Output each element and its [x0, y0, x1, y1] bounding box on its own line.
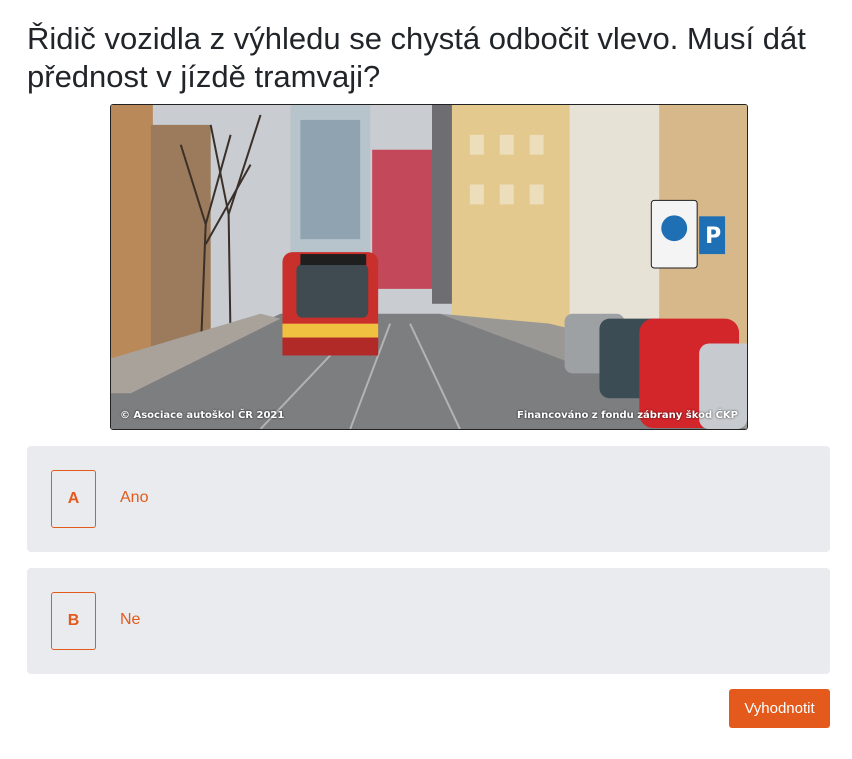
photo-copyright: © Asociace autoškol ČR 2021 — [120, 410, 285, 421]
tram-shape — [282, 252, 379, 356]
answer-letter-a: A — [51, 470, 96, 528]
answer-letter-b: B — [51, 592, 96, 650]
answer-option-b[interactable]: B Ne — [27, 568, 830, 674]
photo-funding-note: Financováno z fondu zábrany škod ČKP — [517, 410, 738, 421]
answer-option-a[interactable]: A Ano — [27, 446, 830, 552]
svg-text:P: P — [705, 224, 721, 249]
evaluate-button[interactable]: Vyhodnotit — [729, 689, 830, 728]
question-photo: P © Asociace autoškol ČR 2021 Financován… — [110, 104, 748, 430]
answer-label-b: Ne — [120, 611, 141, 628]
street-tram-scene: P — [111, 105, 747, 429]
answer-label-a: Ano — [120, 489, 149, 506]
question-title: Řidič vozidla z výhledu se chystá odboči… — [27, 21, 806, 94]
